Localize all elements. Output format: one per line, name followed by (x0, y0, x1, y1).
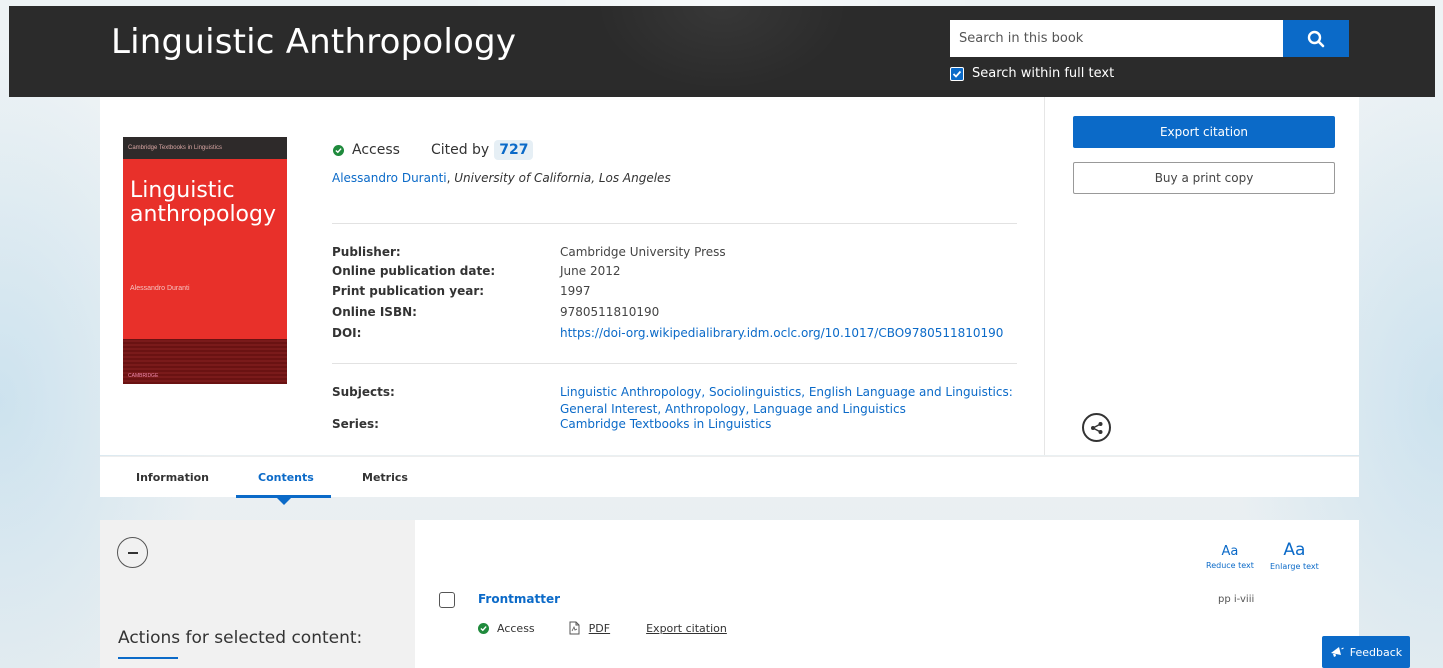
cited-by-label: Cited by (430, 142, 490, 158)
full-text-checkbox[interactable] (950, 66, 964, 81)
share-button[interactable] (1082, 413, 1111, 442)
metadata-value: 9780511810190 (560, 305, 660, 319)
book-tabs: Information Contents Metrics (100, 456, 1359, 505)
cover-publisher-mark: CAMBRIDGE (128, 373, 159, 379)
search-input[interactable] (950, 20, 1283, 57)
reduce-text-button[interactable]: Aa Reduce text (1206, 540, 1254, 570)
buy-print-copy-button[interactable]: Buy a print copy (1073, 162, 1335, 194)
content-item-actions: Access PDF Export citation (478, 621, 727, 635)
search-full-text-option[interactable]: Search within full text (950, 66, 1114, 81)
content-access-label: Access (497, 621, 535, 635)
book-header: Linguistic Anthropology Search within fu… (9, 6, 1435, 97)
access-row: Access Cited by 727 (333, 140, 534, 160)
cover-author: Alessandro Duranti (130, 285, 190, 292)
heading-underline (118, 657, 178, 659)
reduce-text-icon: Aa (1221, 544, 1239, 559)
cited-by-count[interactable]: 727 (494, 140, 534, 160)
metadata-label: Publisher: (332, 245, 401, 259)
full-text-label: Search within full text (972, 66, 1115, 81)
export-citation-button[interactable]: Export citation (1073, 116, 1335, 148)
access-check-icon (333, 144, 344, 156)
doi-link[interactable]: https://doi-org.wikipedialibrary.idm.ocl… (560, 326, 1003, 340)
search-button[interactable] (1283, 20, 1349, 57)
content-item-title[interactable]: Frontmatter (478, 592, 560, 606)
page-title: Linguistic Anthropology (111, 22, 517, 62)
share-icon (1090, 421, 1102, 434)
minus-icon (127, 551, 138, 554)
subjects-label: Subjects: (332, 385, 395, 399)
series-link[interactable]: Cambridge Textbooks in Linguistics (560, 417, 771, 431)
pdf-label[interactable]: PDF (589, 622, 610, 635)
active-tab-caret (277, 498, 291, 505)
cover-title-line2: anthropology (130, 202, 276, 227)
series-label: Series: (332, 417, 379, 431)
metadata-label: Online publication date: (332, 264, 496, 278)
contents-list-panel: Aa Reduce text Aa Enlarge text Frontmatt… (415, 520, 1359, 668)
cover-bottom-band: CAMBRIDGE (123, 339, 287, 384)
reduce-text-label: Reduce text (1206, 561, 1254, 570)
author-link[interactable]: Alessandro Duranti (332, 171, 447, 185)
metadata-value: 1997 (560, 284, 591, 298)
metadata-label: Print publication year: (332, 284, 485, 298)
enlarge-text-button[interactable]: Aa Enlarge text (1270, 540, 1319, 571)
content-export-citation-link[interactable]: Export citation (646, 622, 727, 635)
megaphone-icon (1330, 647, 1344, 657)
subjects-links-line2[interactable]: General Interest, Anthropology, Language… (560, 402, 906, 416)
content-item-pages: pp i-viii (1218, 594, 1255, 605)
metadata-label: Online ISBN: (332, 305, 417, 319)
tab-metrics[interactable]: Metrics (362, 471, 408, 484)
cover-series-banner: Cambridge Textbooks in Linguistics (123, 137, 287, 159)
author-line: Alessandro Duranti, University of Califo… (332, 171, 671, 185)
divider (332, 363, 1017, 364)
access-check-icon (478, 622, 489, 634)
divider (332, 223, 1017, 224)
selected-content-panel: Actions for selected content: (100, 520, 415, 668)
subjects-links-line1[interactable]: Linguistic Anthropology, Sociolinguistic… (560, 385, 1013, 399)
search-icon (1307, 30, 1325, 47)
metadata-value: Cambridge University Press (560, 245, 726, 259)
book-actions-sidebar: Export citation Buy a print copy (1044, 97, 1359, 455)
metadata-label: DOI: (332, 326, 362, 340)
actions-heading: Actions for selected content: (118, 628, 363, 648)
cover-title: Linguistic anthropology (123, 159, 287, 227)
enlarge-text-label: Enlarge text (1270, 562, 1319, 571)
access-label: Access (352, 142, 400, 158)
collapse-button[interactable] (117, 537, 148, 568)
checkmark-icon (952, 70, 962, 78)
cover-title-line1: Linguistic (130, 178, 235, 203)
tab-contents[interactable]: Contents (258, 471, 314, 484)
tab-information[interactable]: Information (136, 471, 209, 484)
book-search (950, 20, 1349, 57)
pdf-link[interactable]: PDF (569, 621, 610, 635)
author-affiliation: University of California, Los Angeles (454, 171, 671, 185)
book-cover[interactable]: Cambridge Textbooks in Linguistics Lingu… (123, 137, 287, 384)
book-details-card: Cambridge Textbooks in Linguistics Lingu… (100, 97, 1359, 455)
metadata-value: June 2012 (560, 264, 621, 278)
enlarge-text-icon: Aa (1283, 540, 1306, 560)
author-separator: , (446, 171, 451, 185)
pdf-icon (569, 621, 580, 635)
select-item-checkbox[interactable] (439, 592, 455, 608)
feedback-button[interactable]: Feedback (1322, 636, 1410, 668)
feedback-label: Feedback (1349, 645, 1403, 659)
